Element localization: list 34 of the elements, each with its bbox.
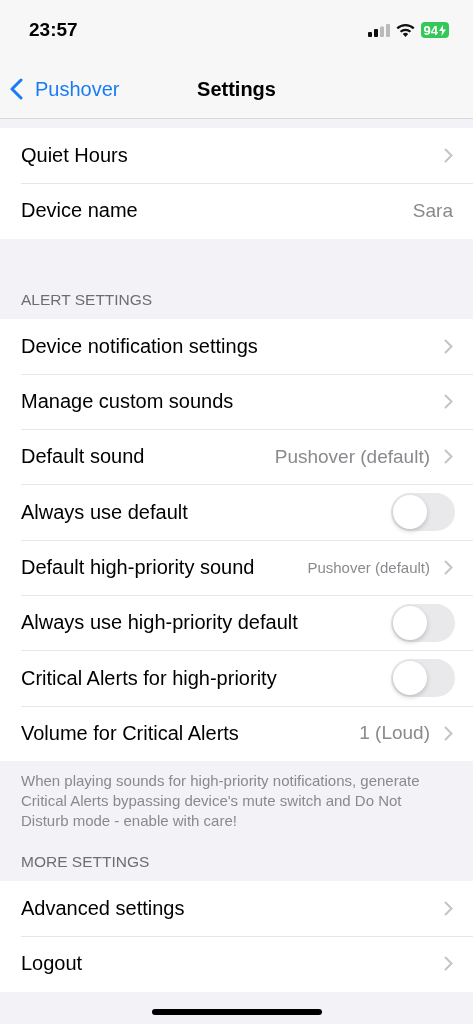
chevron-icon	[444, 148, 453, 164]
settings-row[interactable]: Volume for Critical Alerts 1 (Loud)	[0, 705, 473, 761]
settings-row[interactable]: Device notification settings	[0, 318, 473, 374]
toggle-switch[interactable]	[391, 603, 455, 642]
settings-row: Always use default	[0, 484, 473, 540]
bolt-icon	[439, 24, 446, 36]
toggle-switch[interactable]	[391, 493, 455, 532]
section-header: MORE SETTINGS	[21, 852, 150, 870]
section-header: ALERT SETTINGS	[21, 290, 153, 308]
settings-row[interactable]: Quiet Hours	[0, 128, 473, 184]
battery-indicator: 94	[420, 22, 449, 38]
back-chevron-icon	[10, 78, 23, 100]
chevron-icon	[444, 956, 453, 972]
chevron-icon	[444, 394, 453, 410]
settings-row[interactable]: Default high-priority sound Pushover (default)	[0, 539, 473, 596]
status-time: 23:57	[29, 19, 78, 41]
settings-row[interactable]: Default sound Pushover (default)	[0, 429, 473, 485]
chevron-icon	[444, 449, 453, 465]
chevron-icon	[444, 901, 453, 917]
back-button[interactable]: Pushover	[10, 77, 120, 101]
settings-row: Always use high-priority default	[0, 595, 473, 651]
settings-row: Critical Alerts for high-priority	[0, 650, 473, 706]
wifi-icon	[395, 23, 415, 37]
toggle-switch[interactable]	[391, 659, 455, 697]
chevron-icon	[444, 725, 453, 741]
signal-icon	[367, 23, 390, 37]
settings-row[interactable]: Manage custom sounds	[0, 373, 473, 430]
settings-row[interactable]: Device name Sara	[0, 183, 473, 239]
settings-row[interactable]: Advanced settings	[0, 880, 473, 937]
screen-title: Settings	[197, 77, 276, 101]
chevron-icon	[444, 559, 453, 575]
chevron-icon	[444, 338, 453, 354]
section-footer: When playing sounds for high-priority notifications, generate Critical Alerts bypassing device's mute switch and Do Not Disturb mode - enable with care!	[21, 771, 420, 829]
settings-row[interactable]: Logout	[0, 936, 473, 992]
